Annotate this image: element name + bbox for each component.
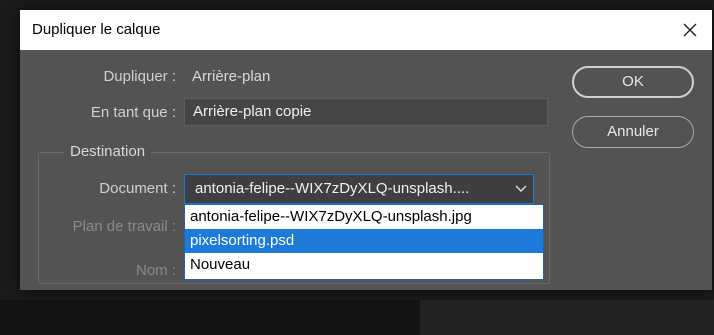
duplicate-layer-dialog: Dupliquer le calque Dupliquer : Arrière-… <box>20 10 712 290</box>
background-panel <box>420 300 714 335</box>
document-dropdown-list: antonia-felipe--WIX7zDyXLQ-unsplash.jpg … <box>184 204 544 280</box>
duplicate-value: Arrière-plan <box>192 68 271 85</box>
destination-legend: Destination <box>64 143 152 160</box>
cancel-button[interactable]: Annuler <box>572 116 694 148</box>
name-label: Nom : <box>135 262 176 279</box>
document-label: Document : <box>99 180 176 197</box>
document-option[interactable]: antonia-felipe--WIX7zDyXLQ-unsplash.jpg <box>185 205 543 229</box>
document-selected-value: antonia-felipe--WIX7zDyXLQ-unsplash.... <box>195 180 470 197</box>
close-button[interactable] <box>676 16 704 44</box>
dialog-titlebar: Dupliquer le calque <box>20 10 712 50</box>
document-option-selected[interactable]: pixelsorting.psd <box>185 229 543 253</box>
duplicate-label: Dupliquer : <box>103 68 176 85</box>
ok-button[interactable]: OK <box>572 66 694 98</box>
as-name-input[interactable]: Arrière-plan copie <box>184 98 548 126</box>
dialog-title: Dupliquer le calque <box>32 21 161 38</box>
background-workspace <box>0 300 714 335</box>
chevron-down-icon <box>515 185 527 192</box>
as-label: En tant que : <box>90 104 176 121</box>
document-select[interactable]: antonia-felipe--WIX7zDyXLQ-unsplash.... <box>184 174 534 204</box>
close-icon <box>683 23 697 37</box>
document-option[interactable]: Nouveau <box>185 253 543 277</box>
artboard-label: Plan de travail : <box>72 218 176 235</box>
